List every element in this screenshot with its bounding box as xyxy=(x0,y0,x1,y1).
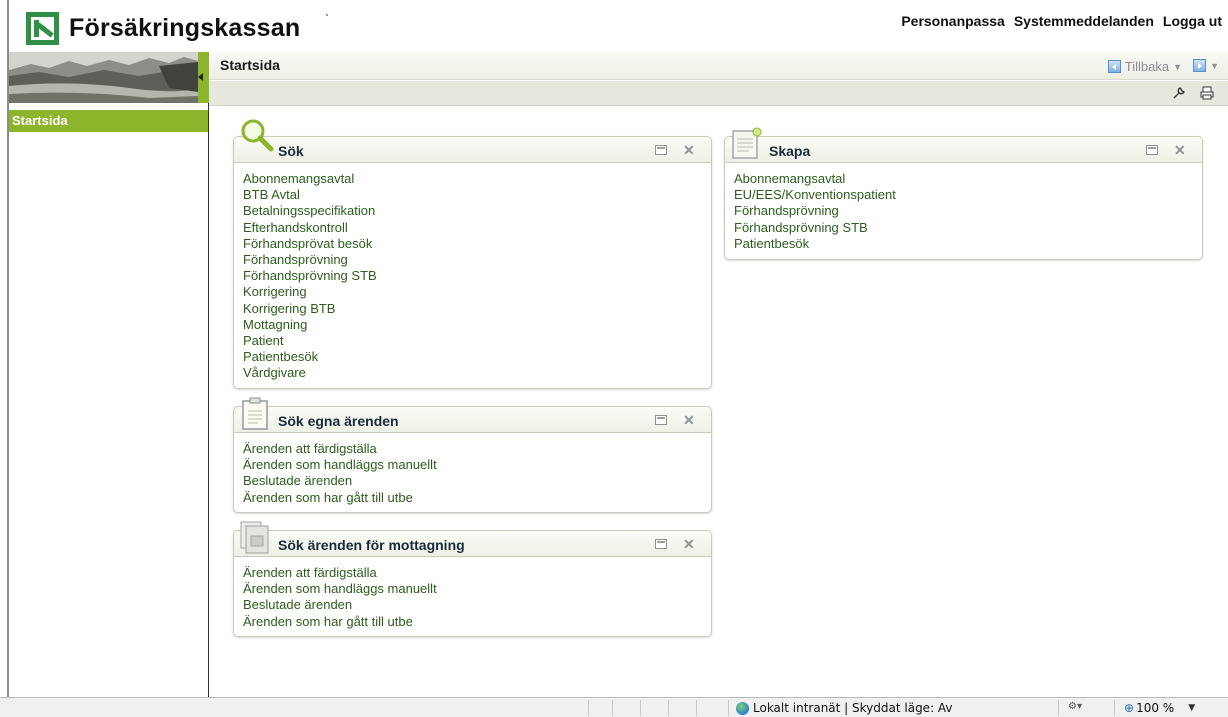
link-arenden-att-fardigstalla[interactable]: Ärenden att färdigställa xyxy=(243,565,711,581)
security-zone[interactable]: Lokalt intranät | Skyddat läge: Av xyxy=(736,701,953,715)
link-forhandsprovat-besok[interactable]: Förhandsprövat besök xyxy=(243,236,711,252)
sidebar-item-startsida[interactable]: Startsida xyxy=(9,110,209,132)
panel-body: Abonnemangsavtal BTB Avtal Betalningsspe… xyxy=(234,163,711,382)
top-links: Personanpassa Systemmeddelanden Logga ut xyxy=(901,13,1222,29)
link-arenden-som-handlaggs-manuellt[interactable]: Ärenden som handläggs manuellt xyxy=(243,581,711,597)
sidebar-banner-image xyxy=(9,52,198,103)
back-label: Tillbaka xyxy=(1124,59,1170,74)
panel-title: Sök ärenden för mottagning xyxy=(278,537,465,553)
close-icon[interactable]: ✕ xyxy=(683,536,695,553)
back-arrow-icon xyxy=(1107,60,1121,73)
link-forhandsprovning-stb[interactable]: Förhandsprövning STB xyxy=(243,268,711,284)
panel-body: Ärenden att färdigställa Ärenden som han… xyxy=(234,433,711,506)
link-beslutade-arenden[interactable]: Beslutade ärenden xyxy=(243,597,711,613)
back-button[interactable]: Tillbaka ▼ xyxy=(1107,59,1182,74)
panel-header: Skapa ✕ xyxy=(725,137,1202,163)
status-separator xyxy=(696,700,697,716)
link-arenden-som-handlaggs-manuellt[interactable]: Ärenden som handläggs manuellt xyxy=(243,457,711,473)
close-icon[interactable]: ✕ xyxy=(1174,142,1186,159)
link-arenden-att-fardigstalla[interactable]: Ärenden att färdigställa xyxy=(243,441,711,457)
minimize-icon[interactable] xyxy=(1146,145,1158,155)
clipboard-icon xyxy=(241,397,269,436)
close-icon[interactable]: ✕ xyxy=(683,142,695,159)
logga-ut-link[interactable]: Logga ut xyxy=(1163,13,1222,29)
minimize-icon[interactable] xyxy=(655,539,667,549)
link-eu-ees-konventionspatient[interactable]: EU/EES/Konventionspatient xyxy=(734,187,1202,203)
link-btb-avtal[interactable]: BTB Avtal xyxy=(243,187,711,203)
protected-mode-icon[interactable]: ⚙▾ xyxy=(1068,701,1082,712)
back-dropdown-icon[interactable]: ▼ xyxy=(1173,62,1182,72)
panel-header: Sök ✕ xyxy=(234,137,711,163)
link-korrigering-btb[interactable]: Korrigering BTB xyxy=(243,301,711,317)
link-arenden-gatt-till-utbe[interactable]: Ärenden som har gått till utbe xyxy=(243,490,711,506)
collapse-arrow-icon xyxy=(198,73,203,81)
link-betalningsspecifikation[interactable]: Betalningsspecifikation xyxy=(243,203,711,219)
sidebar-collapse-button[interactable] xyxy=(198,52,209,103)
link-vardgivare[interactable]: Vårdgivare xyxy=(243,365,711,381)
minimize-icon[interactable] xyxy=(655,145,667,155)
page-toolbar xyxy=(209,81,1228,106)
logo[interactable]: Försäkringskassan xyxy=(26,12,300,45)
new-document-icon xyxy=(731,126,765,165)
link-patientbesok[interactable]: Patientbesök xyxy=(734,236,1202,252)
link-patientbesok[interactable]: Patientbesök xyxy=(243,349,711,365)
magnifier-icon xyxy=(240,118,274,157)
panel-title: Sök xyxy=(278,143,304,159)
link-abonnemangsavtal[interactable]: Abonnemangsavtal xyxy=(734,171,1202,187)
forward-arrow-icon xyxy=(1193,59,1207,72)
sidebar-divider xyxy=(208,103,209,697)
forward-dropdown-icon[interactable]: ▼ xyxy=(1210,61,1219,71)
link-forhandsprovning[interactable]: Förhandsprövning xyxy=(734,203,1202,219)
personanpassa-link[interactable]: Personanpassa xyxy=(901,13,1005,29)
print-icon[interactable] xyxy=(1199,85,1215,104)
panel-title: Skapa xyxy=(769,143,811,159)
status-separator xyxy=(588,700,589,716)
link-efterhandskontroll[interactable]: Efterhandskontroll xyxy=(243,220,711,236)
status-bar: Lokalt intranät | Skyddat läge: Av ⚙▾ ⊕ … xyxy=(0,697,1228,717)
security-zone-text: Lokalt intranät | Skyddat läge: Av xyxy=(753,701,953,715)
link-arenden-gatt-till-utbe[interactable]: Ärenden som har gått till utbe xyxy=(243,614,711,630)
panel-sok-egna-arenden: Sök egna ärenden ✕ Ärenden att färdigstä… xyxy=(233,406,712,513)
wrench-icon[interactable] xyxy=(1171,85,1187,104)
panel-body: Abonnemangsavtal EU/EES/Konventionspatie… xyxy=(725,163,1202,252)
panel-title: Sök egna ärenden xyxy=(278,413,399,429)
forward-button[interactable]: ▼ xyxy=(1193,59,1219,72)
page-title: Startsida xyxy=(220,57,280,73)
status-separator xyxy=(1058,700,1059,716)
panel-sok-arenden-for-mottagning: Sök ärenden för mottagning ✕ Ärenden att… xyxy=(233,530,712,637)
status-separator xyxy=(668,700,669,716)
panel-header: Sök egna ärenden ✕ xyxy=(234,407,711,433)
minimize-icon[interactable] xyxy=(655,415,667,425)
status-separator xyxy=(640,700,641,716)
zoom-dropdown-icon[interactable]: ▼ xyxy=(1188,703,1195,713)
link-mottagning[interactable]: Mottagning xyxy=(243,317,711,333)
panel-body: Ärenden att färdigställa Ärenden som han… xyxy=(234,557,711,630)
panel-skapa: Skapa ✕ Abonnemangsavtal EU/EES/Konventi… xyxy=(724,136,1203,260)
window-border xyxy=(7,0,9,698)
intranet-globe-icon xyxy=(736,701,749,715)
status-separator xyxy=(612,700,613,716)
documents-icon xyxy=(239,520,271,559)
page-title-bar: Startsida Tillbaka ▼ ▼ xyxy=(209,52,1228,80)
logo-mark-icon xyxy=(26,12,59,45)
app-window: Försäkringskassan Personanpassa Systemme… xyxy=(0,0,1228,717)
systemmeddelanden-link[interactable]: Systemmeddelanden xyxy=(1014,13,1154,29)
zoom-icon: ⊕ xyxy=(1124,701,1135,715)
link-forhandsprovning-stb[interactable]: Förhandsprövning STB xyxy=(734,220,1202,236)
link-patient[interactable]: Patient xyxy=(243,333,711,349)
zoom-control[interactable]: ⊕ 100 % ▼ xyxy=(1124,701,1195,715)
link-beslutade-arenden[interactable]: Beslutade ärenden xyxy=(243,473,711,489)
zoom-level: 100 % xyxy=(1136,701,1175,715)
status-separator xyxy=(1114,700,1115,716)
link-korrigering[interactable]: Korrigering xyxy=(243,284,711,300)
panel-header: Sök ärenden för mottagning ✕ xyxy=(234,531,711,557)
header-dot xyxy=(326,14,328,16)
link-forhandsprovning[interactable]: Förhandsprövning xyxy=(243,252,711,268)
panel-sok: Sök ✕ Abonnemangsavtal BTB Avtal Betalni… xyxy=(233,136,712,389)
close-icon[interactable]: ✕ xyxy=(683,412,695,429)
logo-text: Försäkringskassan xyxy=(69,14,301,42)
status-separator xyxy=(728,700,729,716)
link-abonnemangsavtal[interactable]: Abonnemangsavtal xyxy=(243,171,711,187)
